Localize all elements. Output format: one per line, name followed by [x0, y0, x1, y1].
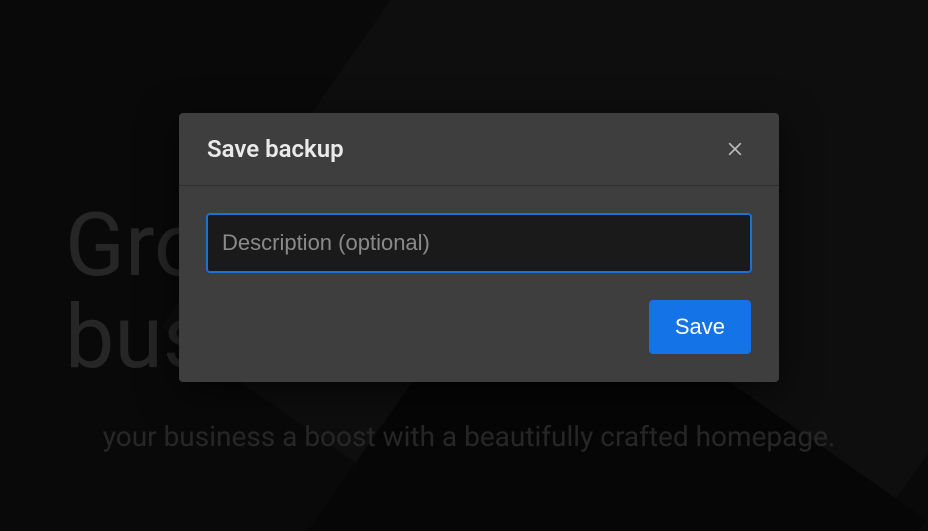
modal-title: Save backup: [207, 135, 344, 163]
save-backup-modal: Save backup Save: [179, 113, 779, 382]
modal-header: Save backup: [179, 113, 779, 186]
description-input[interactable]: [207, 214, 751, 272]
close-button[interactable]: [719, 133, 751, 165]
close-icon: [725, 139, 745, 159]
modal-footer: Save: [179, 300, 779, 382]
save-button[interactable]: Save: [649, 300, 751, 354]
modal-body: [179, 186, 779, 300]
